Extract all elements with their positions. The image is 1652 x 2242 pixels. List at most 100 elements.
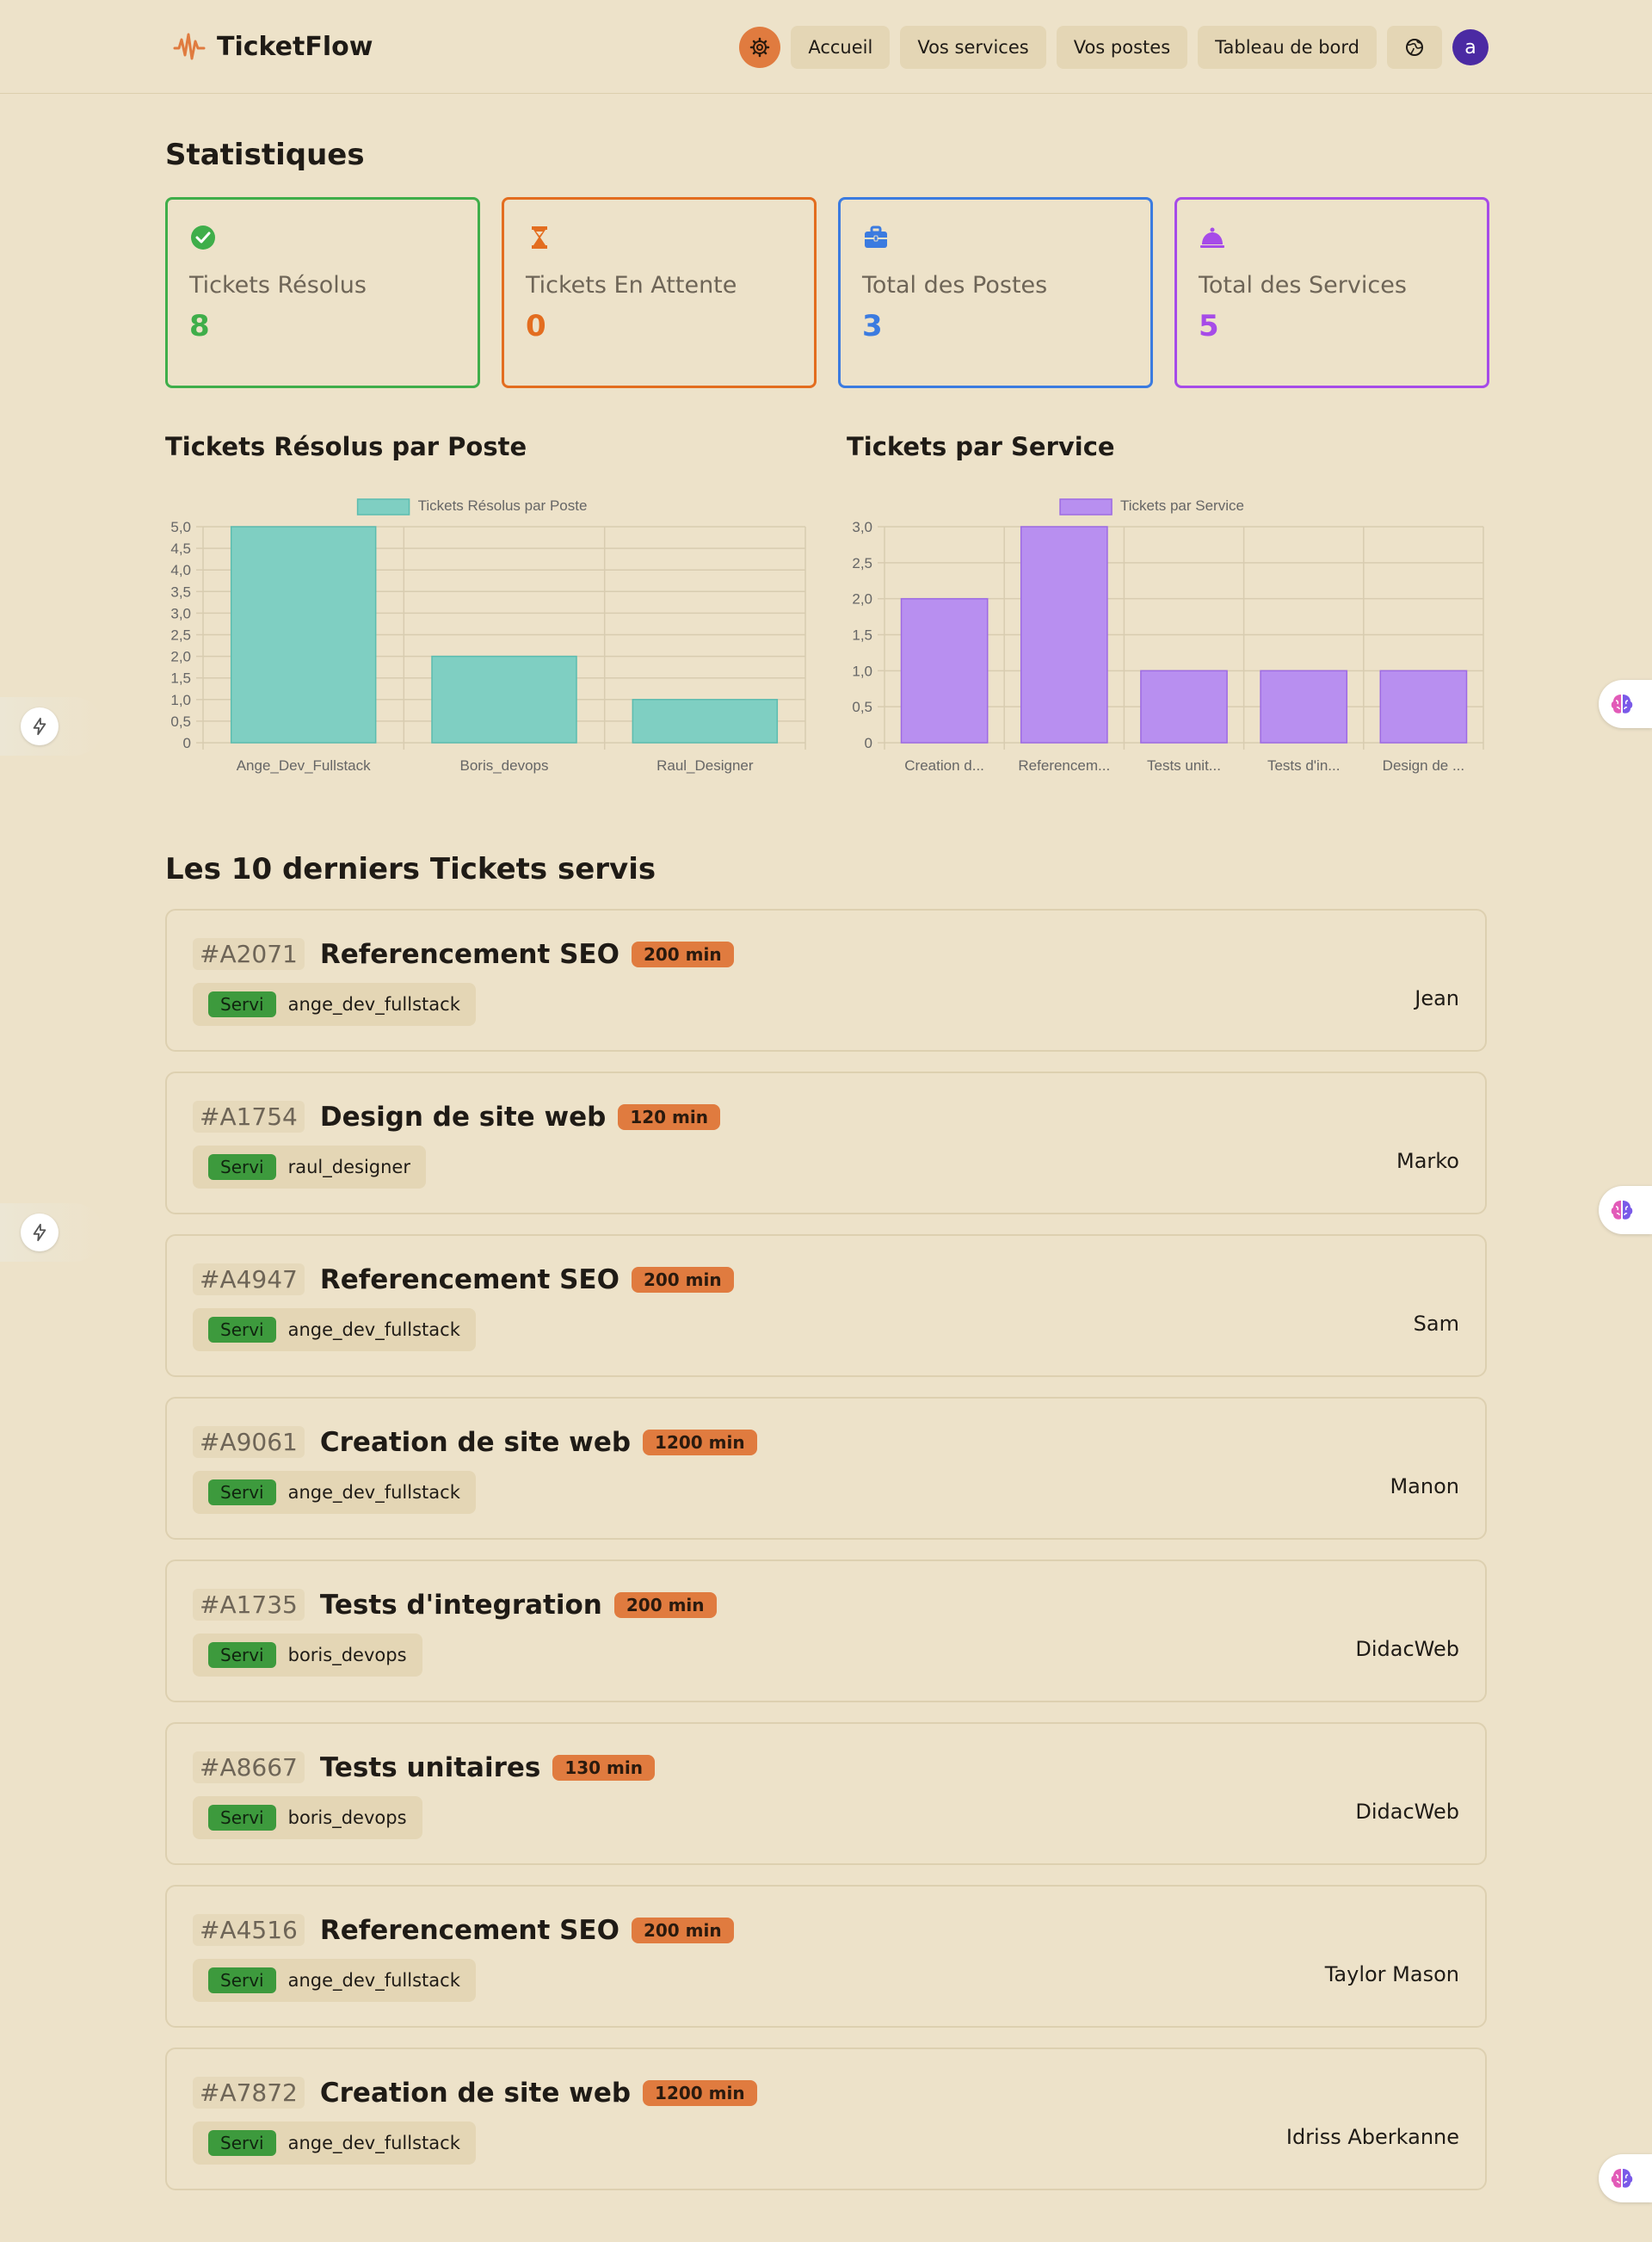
ticket-agent: raul_designer: [287, 1157, 410, 1177]
bar: [431, 655, 577, 744]
ticket-card[interactable]: #A7872 Creation de site web 1200 min Servi a…: [165, 2047, 1487, 2190]
ticket-service: Tests d'integration: [319, 1589, 602, 1621]
status-badge: Servi: [208, 1317, 276, 1343]
ticket-service: Design de site web: [319, 1101, 607, 1133]
check-circle-icon: [191, 225, 215, 250]
ticket-card[interactable]: #A1754 Design de site web 120 min Servi raul…: [165, 1072, 1487, 1214]
side-widget-right-1[interactable]: [1599, 680, 1652, 728]
ticket-agent: ange_dev_fullstack: [287, 1319, 460, 1340]
ticket-card[interactable]: #A8667 Tests unitaires 130 min Servi boris_d…: [165, 1722, 1487, 1865]
settings-button[interactable]: [739, 27, 781, 68]
ticket-header: #A8667 Tests unitaires 130 min: [193, 1751, 655, 1783]
chart-svg: Tickets Résolus par Poste 0 0,5 1,0 1,5 2,0 2,…: [170, 497, 806, 774]
y-tick-label: 1,5: [852, 627, 872, 644]
globe-icon: [1406, 39, 1423, 56]
x-tick-label: Raul_Designer: [656, 757, 754, 774]
status-badge: Servi: [208, 1805, 276, 1831]
briefcase-icon: [865, 225, 887, 248]
ticket-service: Referencement SEO: [319, 1914, 620, 1946]
ticket-duration-badge: 200 min: [613, 1591, 717, 1618]
bar: [900, 597, 989, 744]
bar: [1020, 526, 1108, 744]
bolt-button[interactable]: [21, 707, 59, 745]
ticket-number: #A1754: [193, 1101, 305, 1133]
ticket-card[interactable]: #A4947 Referencement SEO 200 min Servi ange_…: [165, 1234, 1487, 1377]
x-tick-label: Creation d...: [904, 757, 984, 774]
ticket-card[interactable]: #A2071 Referencement SEO 200 min Servi ange_…: [165, 909, 1487, 1052]
x-tick-label: Boris_devops: [459, 757, 548, 774]
y-tick-label: 0: [865, 735, 872, 751]
ticket-client: DidacWeb: [1355, 1637, 1459, 1661]
x-tick-label: Design de ...: [1383, 757, 1464, 774]
ticket-card[interactable]: #A9061 Creation de site web 1200 min Servi a…: [165, 1397, 1487, 1540]
y-tick-label: 2,5: [170, 627, 191, 644]
stat-value: 5: [1199, 309, 1219, 343]
stat-card-services: Total des Services 5: [1174, 197, 1489, 388]
chart-title-services: Tickets par Service: [847, 432, 1115, 461]
side-widget-right-3[interactable]: [1599, 2154, 1652, 2202]
legend-label: Tickets Résolus par Poste: [418, 497, 588, 514]
stat-card-resolved: Tickets Résolus 8: [165, 197, 480, 388]
nav-vos-services[interactable]: Vos services: [900, 26, 1046, 69]
service-bell-icon: [1200, 227, 1224, 248]
ticket-status-row: Servi boris_devops: [193, 1796, 422, 1839]
side-widget-left-2[interactable]: [0, 1203, 103, 1262]
bar: [1140, 670, 1228, 744]
language-button[interactable]: [1387, 26, 1442, 69]
ticket-number: #A8667: [193, 1751, 305, 1783]
ticket-agent: ange_dev_fullstack: [287, 1970, 460, 1991]
y-tick-label: 1,5: [170, 670, 191, 687]
lightning-icon: [33, 1223, 46, 1242]
nav-vos-postes[interactable]: Vos postes: [1056, 26, 1188, 69]
bar: [230, 526, 377, 744]
brain-icon: [1611, 695, 1633, 713]
ticket-header: #A1754 Design de site web 120 min: [193, 1101, 720, 1133]
nav-tableau-de-bord[interactable]: Tableau de bord: [1198, 26, 1377, 69]
ticket-status-row: Servi boris_devops: [193, 1634, 422, 1677]
y-tick-label: 3,5: [170, 584, 191, 600]
user-avatar[interactable]: a: [1452, 29, 1489, 65]
brain-icon: [1611, 2169, 1633, 2188]
ticket-status-row: Servi ange_dev_fullstack: [193, 1471, 476, 1514]
ticket-agent: boris_devops: [287, 1645, 407, 1665]
stats-title: Statistiques: [165, 138, 365, 172]
chart-svg: Tickets par Service 0 0,5 1,0 1,5 2,0 2,5 3,0 Cr…: [852, 497, 1484, 774]
stat-value: 3: [862, 309, 883, 343]
y-tick-label: 1,0: [170, 692, 191, 708]
ticket-number: #A1735: [193, 1589, 305, 1621]
stats-cards: Tickets Résolus 8 Tickets En Attente 0 T…: [165, 197, 1489, 388]
status-badge: Servi: [208, 2130, 276, 2156]
ticket-card[interactable]: #A1735 Tests d'integration 200 min Servi bor…: [165, 1560, 1487, 1702]
stat-card-postes: Total des Postes 3: [838, 197, 1153, 388]
top-navbar: TicketFlow Accueil Vos services Vos post…: [0, 0, 1652, 94]
stat-label: Total des Services: [1199, 272, 1407, 299]
tickets-title: Les 10 derniers Tickets servis: [165, 852, 656, 886]
bar: [1379, 670, 1468, 744]
ticket-client: Idriss Aberkanne: [1285, 2125, 1459, 2149]
brand-logo[interactable]: TicketFlow: [172, 29, 373, 64]
ticket-header: #A7872 Creation de site web 1200 min: [193, 2077, 757, 2109]
hourglass-icon: [532, 226, 547, 249]
y-tick-label: 2,5: [852, 555, 872, 571]
y-tick-label: 5,0: [170, 519, 191, 535]
side-widget-left-1[interactable]: [0, 697, 103, 756]
status-badge: Servi: [208, 1642, 276, 1668]
nav-accueil[interactable]: Accueil: [791, 26, 891, 69]
stat-label: Tickets En Attente: [526, 272, 737, 299]
ticket-duration-badge: 1200 min: [643, 2079, 757, 2106]
stat-label: Total des Postes: [862, 272, 1048, 299]
stat-value: 0: [526, 309, 546, 343]
ticket-header: #A4947 Referencement SEO 200 min: [193, 1263, 734, 1295]
ticket-status-row: Servi ange_dev_fullstack: [193, 1308, 476, 1351]
ticket-number: #A2071: [193, 938, 305, 970]
x-tick-label: Referencem...: [1018, 757, 1110, 774]
legend-swatch: [356, 498, 410, 516]
tickets-list: #A2071 Referencement SEO 200 min Servi ange_…: [165, 909, 1487, 2210]
ticket-card[interactable]: #A4516 Referencement SEO 200 min Servi ange_…: [165, 1885, 1487, 2028]
side-widget-right-2[interactable]: [1599, 1186, 1652, 1234]
ticket-client: DidacWeb: [1355, 1800, 1459, 1824]
ticket-status-row: Servi ange_dev_fullstack: [193, 983, 476, 1026]
ticket-duration-badge: 1200 min: [643, 1429, 757, 1455]
bolt-button[interactable]: [21, 1214, 59, 1251]
ticket-number: #A7872: [193, 2077, 305, 2109]
